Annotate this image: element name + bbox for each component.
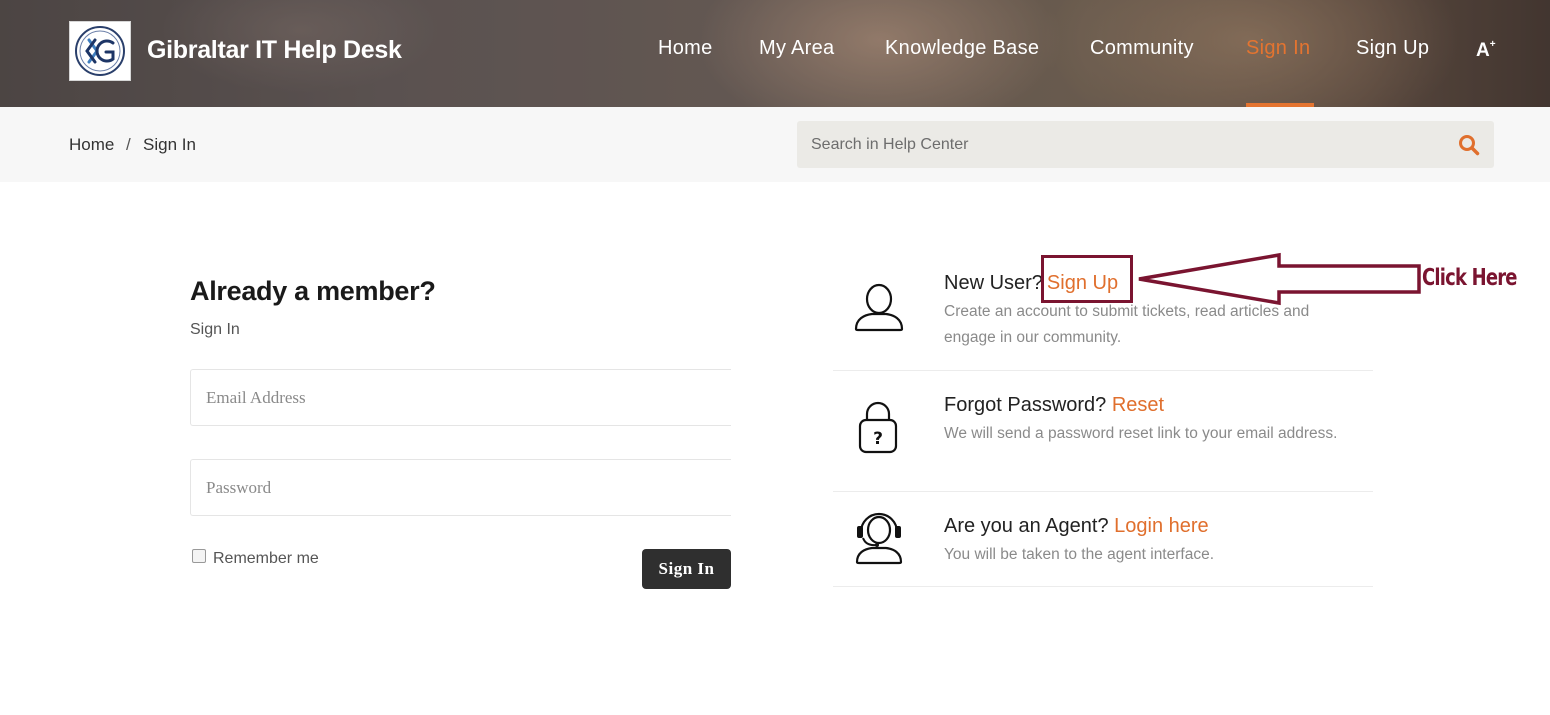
search-icon[interactable] bbox=[1458, 134, 1480, 156]
login-title: Already a member? bbox=[190, 276, 436, 306]
reset-link[interactable]: Reset bbox=[1112, 394, 1164, 416]
brand-logo[interactable] bbox=[69, 21, 131, 81]
nav-knowledge-base[interactable]: Knowledge Base bbox=[885, 37, 1039, 60]
remember-me-label: Remember me bbox=[213, 550, 319, 567]
accessibility-letter: A bbox=[1476, 40, 1490, 61]
nav-community[interactable]: Community bbox=[1090, 37, 1194, 60]
accessibility-font-size-icon[interactable]: A+ bbox=[1476, 38, 1496, 62]
headset-agent-icon bbox=[855, 512, 903, 565]
password-field[interactable] bbox=[190, 459, 731, 516]
accessibility-plus: + bbox=[1489, 38, 1496, 50]
breadcrumb-separator: / bbox=[126, 135, 131, 154]
site-header: Gibraltar IT Help Desk Home My Area Know… bbox=[0, 0, 1550, 107]
forgot-password-description: We will send a password reset link to yo… bbox=[944, 425, 1338, 442]
nav-sign-in[interactable]: Sign In bbox=[1246, 37, 1310, 60]
search-input[interactable] bbox=[797, 121, 1437, 168]
divider bbox=[833, 370, 1373, 371]
agent-login-link[interactable]: Login here bbox=[1114, 515, 1209, 537]
login-subtitle: Sign In bbox=[190, 321, 240, 338]
nav-sign-up[interactable]: Sign Up bbox=[1356, 37, 1429, 60]
click-here-annotation: Click Here bbox=[1422, 265, 1517, 291]
svg-text:?: ? bbox=[873, 429, 883, 449]
agent-prefix: Are you an Agent? bbox=[944, 515, 1109, 537]
divider bbox=[833, 586, 1373, 587]
nav-home[interactable]: Home bbox=[658, 37, 713, 60]
sign-up-highlight-box bbox=[1041, 255, 1133, 303]
new-user-description: Create an account to submit tickets, rea… bbox=[944, 303, 1310, 346]
breadcrumb-bar: Home / Sign In bbox=[0, 107, 1550, 182]
breadcrumb-current: Sign In bbox=[143, 135, 196, 154]
breadcrumb-home[interactable]: Home bbox=[69, 135, 114, 155]
forgot-password-heading: Forgot Password? Reset bbox=[944, 394, 1164, 417]
new-user-prefix: New User? bbox=[944, 272, 1043, 294]
divider bbox=[833, 491, 1373, 492]
brand-title[interactable]: Gibraltar IT Help Desk bbox=[147, 36, 402, 65]
nav-my-area[interactable]: My Area bbox=[759, 37, 834, 60]
search-box bbox=[797, 121, 1494, 168]
sign-in-button[interactable]: Sign In bbox=[642, 549, 731, 589]
forgot-password-prefix: Forgot Password? bbox=[944, 394, 1107, 416]
agent-description: You will be taken to the agent interface… bbox=[944, 546, 1215, 563]
email-field[interactable] bbox=[190, 369, 731, 426]
remember-me-checkbox[interactable] bbox=[192, 549, 206, 563]
user-icon bbox=[854, 283, 904, 332]
gibraltar-logo-icon bbox=[75, 26, 125, 76]
annotation-arrow-icon bbox=[1138, 252, 1421, 306]
lock-question-icon: ? bbox=[858, 401, 898, 454]
nav-active-indicator bbox=[1246, 103, 1314, 107]
agent-heading: Are you an Agent? Login here bbox=[944, 515, 1209, 538]
